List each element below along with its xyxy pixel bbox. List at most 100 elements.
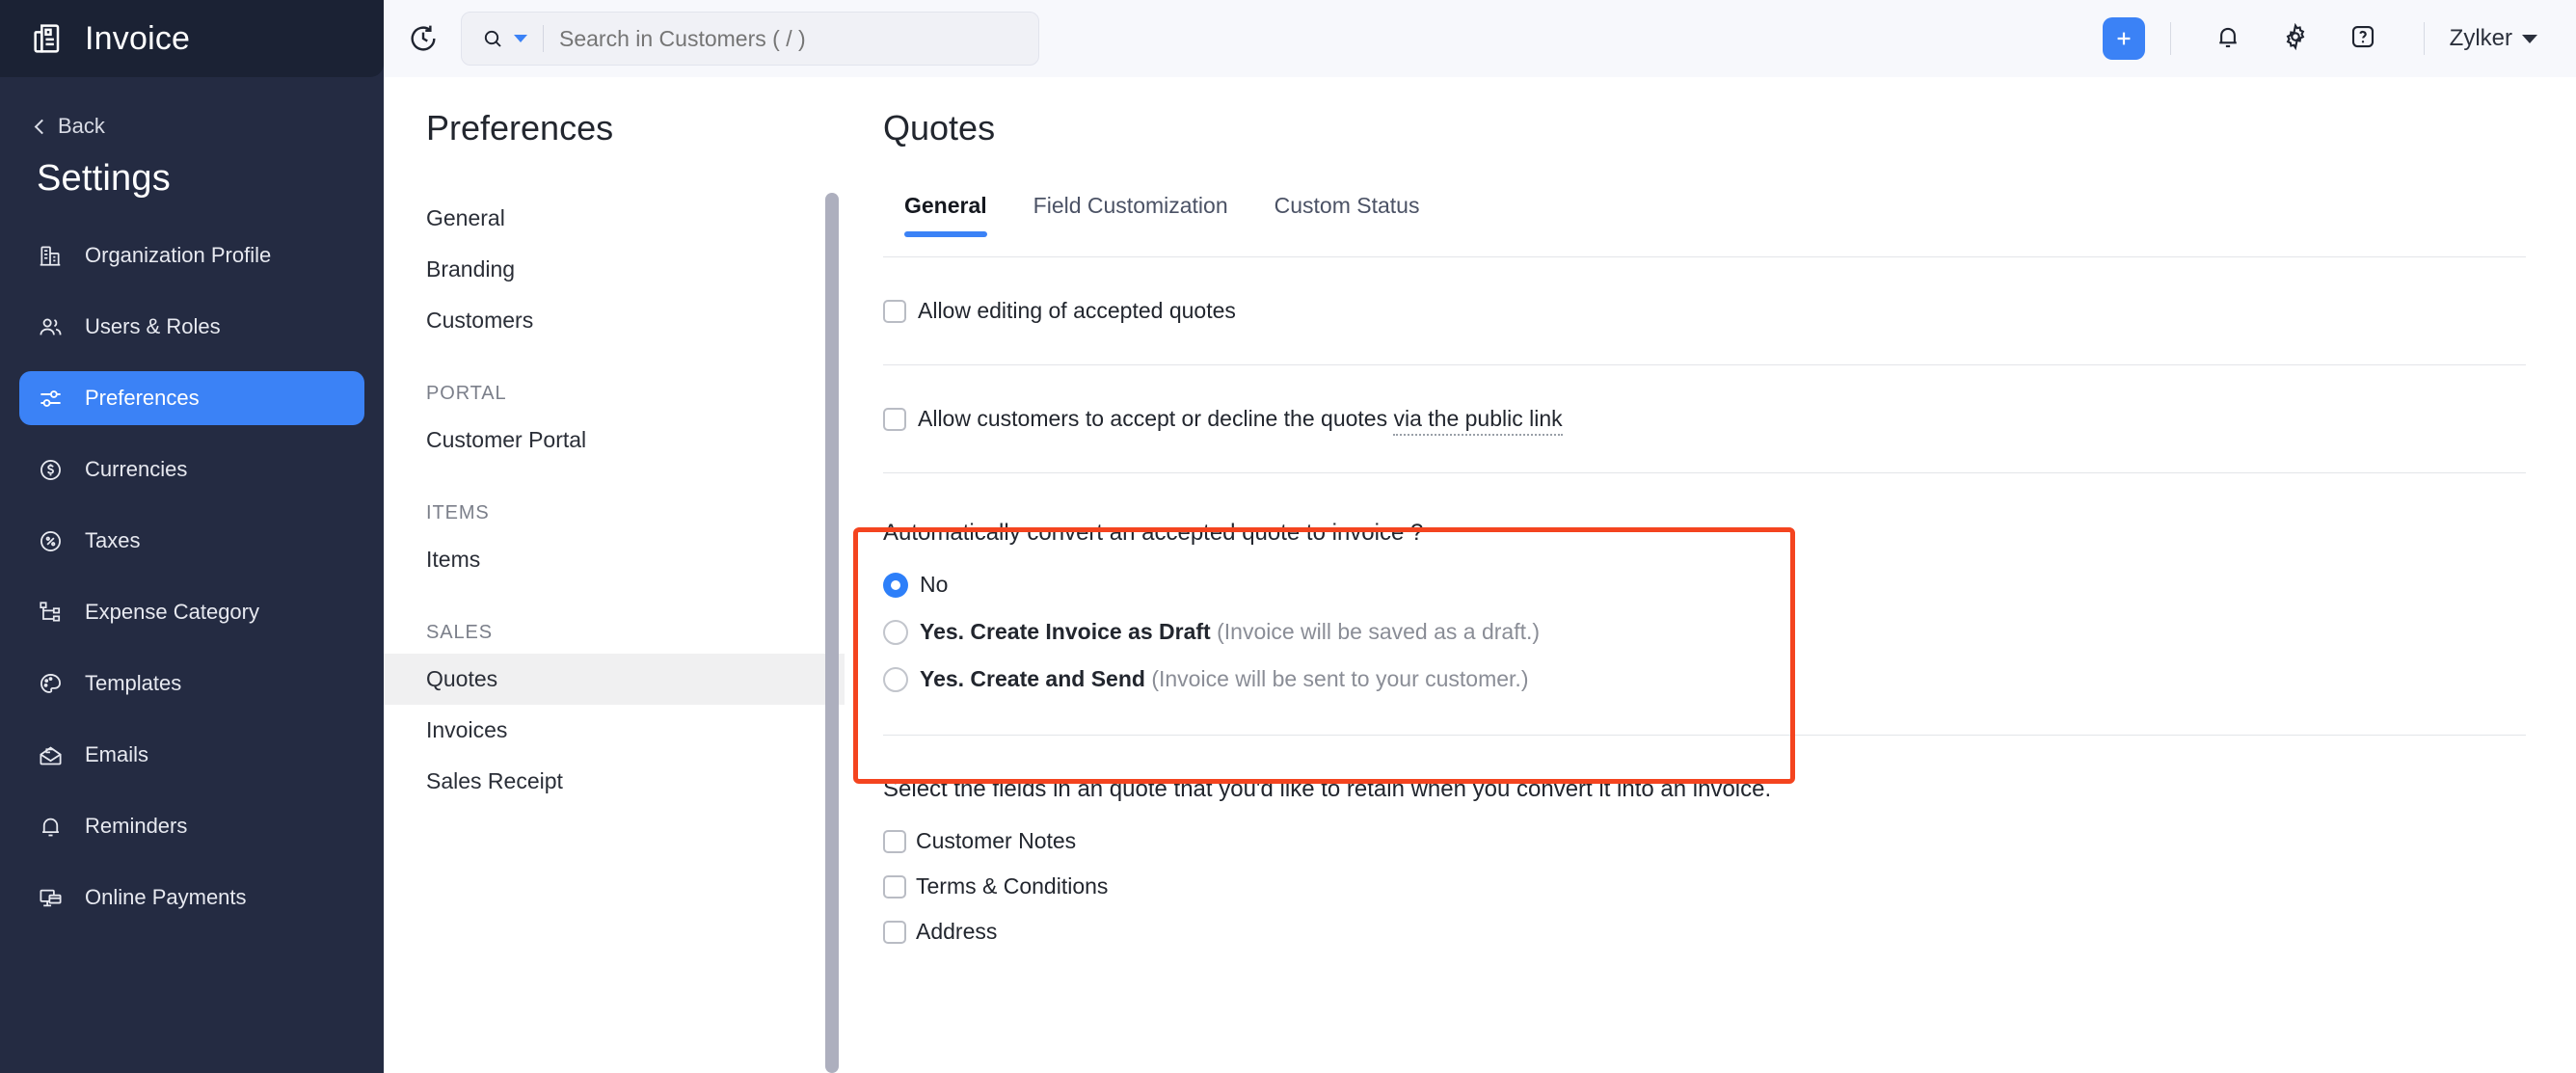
address-label: Address [916, 919, 998, 944]
prefs-item-general[interactable]: General [384, 193, 845, 244]
sliders-icon [37, 385, 64, 412]
envelope-icon [37, 741, 64, 768]
terms-conditions-label: Terms & Conditions [916, 873, 1109, 899]
main-content: Quotes General Field Customization Custo… [845, 0, 2576, 1073]
tab-active-underline [904, 231, 987, 237]
sidebar-item-reminders[interactable]: Reminders [19, 799, 364, 853]
prefs-group-items: ITEMS [426, 502, 490, 523]
sidebar-item-label: Online Payments [85, 885, 247, 909]
org-switcher[interactable]: Zylker [2450, 25, 2537, 52]
terms-conditions-checkbox[interactable] [883, 874, 906, 899]
toolbar-divider [2423, 22, 2425, 55]
radio-create-draft[interactable] [883, 619, 908, 645]
search-icon [481, 27, 504, 50]
prefs-item-quotes[interactable]: Quotes [384, 654, 845, 705]
gear-icon[interactable] [2281, 22, 2314, 55]
help-question-mark-icon[interactable] [2348, 22, 2381, 55]
preferences-panel-title: Preferences [426, 108, 614, 148]
search-box[interactable] [461, 12, 1039, 66]
prefs-group-sales: SALES [426, 622, 493, 643]
radio-create-send-note: (Invoice will be sent to your customer.) [1144, 666, 1529, 691]
search-input[interactable] [559, 25, 983, 52]
tab-label: Field Customization [1033, 193, 1228, 218]
tab-field-customization[interactable]: Field Customization [1010, 193, 1251, 234]
chevron-down-icon [2522, 34, 2537, 43]
sidebar-item-organization-profile[interactable]: Organization Profile [19, 228, 364, 282]
prefs-item-items[interactable]: Items [384, 534, 845, 585]
tab-custom-status[interactable]: Custom Status [1251, 193, 1443, 234]
sidebar-item-label: Templates [85, 671, 182, 695]
sidebar-item-label: Emails [85, 742, 149, 766]
preferences-panel: Preferences General Branding Customers P… [384, 0, 845, 1073]
sidebar-item-preferences[interactable]: Preferences [19, 371, 364, 425]
add-new-button[interactable] [2102, 17, 2145, 60]
invoice-document-icon [29, 19, 67, 58]
sidebar-item-taxes[interactable]: Taxes [19, 514, 364, 568]
app-logo-header[interactable]: Invoice [0, 0, 384, 77]
settings-content: Allow editing of accepted quotes Allow c… [845, 256, 2576, 945]
allow-editing-label: Allow editing of accepted quotes [918, 298, 1236, 323]
retain-option-customer-notes[interactable]: Customer Notes [883, 828, 2576, 854]
tab-general[interactable]: General [881, 193, 1010, 237]
app-root: Invoice Back Settings Organization Profi… [0, 0, 2576, 1073]
top-bar: Zylker [384, 0, 2576, 77]
prefs-item-sales-receipt[interactable]: Sales Receipt [384, 756, 845, 807]
sidebar-item-online-payments[interactable]: Online Payments [19, 871, 364, 925]
retain-option-address[interactable]: Address [883, 919, 2576, 945]
percent-circle-icon [37, 527, 64, 554]
users-icon [37, 313, 64, 340]
dollar-circle-icon [37, 456, 64, 483]
radio-create-draft-label: Yes. Create Invoice as Draft [920, 619, 1211, 644]
radio-no[interactable] [883, 572, 908, 598]
clock-refresh-icon[interactable] [407, 22, 440, 55]
top-bar-actions: Zylker [2102, 17, 2537, 60]
prefs-item-customer-portal[interactable]: Customer Portal [384, 415, 845, 466]
prefs-item-branding[interactable]: Branding [384, 244, 845, 295]
search-scope-chevron-down-icon[interactable] [514, 35, 527, 42]
back-button[interactable]: Back [0, 77, 384, 139]
auto-convert-question: Automatically convert an accepted quote … [883, 520, 1424, 546]
settings-heading: Settings [37, 158, 171, 199]
building-icon [37, 242, 64, 269]
sidebar-item-emails[interactable]: Emails [19, 728, 364, 782]
sidebar-item-users-roles[interactable]: Users & Roles [19, 300, 364, 354]
auto-convert-option-no[interactable]: No [883, 572, 2576, 598]
auto-convert-option-draft[interactable]: Yes. Create Invoice as Draft (Invoice wi… [883, 619, 2576, 645]
hierarchy-icon [37, 599, 64, 626]
sidebar-item-templates[interactable]: Templates [19, 657, 364, 711]
tab-bar: General Field Customization Custom Statu… [845, 148, 2576, 237]
allow-editing-checkbox[interactable] [883, 299, 906, 323]
preferences-list: General Branding Customers PORTAL Custom… [384, 193, 845, 807]
setting-allow-editing-row: Allow editing of accepted quotes [883, 257, 2576, 364]
sidebar-item-currencies[interactable]: Currencies [19, 443, 364, 496]
radio-no-label: No [920, 572, 949, 597]
back-label: Back [58, 114, 105, 138]
tab-label: Custom Status [1274, 193, 1420, 218]
prefs-item-customers[interactable]: Customers [384, 295, 845, 346]
customer-notes-label: Customer Notes [916, 828, 1077, 853]
sidebar-item-label: Preferences [85, 386, 200, 410]
page-title: Quotes [883, 108, 996, 148]
prefs-item-invoices[interactable]: Invoices [384, 705, 845, 756]
allow-public-accept-checkbox[interactable] [883, 407, 906, 431]
settings-nav: Organization Profile Users & Roles Prefe… [0, 228, 384, 925]
sidebar-item-label: Expense Category [85, 600, 259, 624]
radio-create-send[interactable] [883, 666, 908, 692]
customer-notes-checkbox[interactable] [883, 829, 906, 853]
tab-label: General [904, 193, 987, 218]
sidebar-item-label: Organization Profile [85, 243, 272, 267]
org-name-label: Zylker [2449, 25, 2512, 51]
radio-create-send-label: Yes. Create and Send [920, 666, 1145, 691]
sidebar-item-label: Currencies [85, 457, 188, 481]
address-checkbox[interactable] [883, 920, 906, 944]
public-link-tooltip-text[interactable]: via the public link [1393, 406, 1563, 436]
sidebar-item-expense-category[interactable]: Expense Category [19, 585, 364, 639]
allow-public-accept-label: Allow customers to accept or decline the… [918, 406, 1394, 431]
search-divider [543, 25, 544, 52]
sidebar-item-label: Reminders [85, 814, 188, 838]
notifications-bell-icon[interactable] [2214, 22, 2246, 55]
retain-option-terms[interactable]: Terms & Conditions [883, 873, 2576, 899]
auto-convert-option-send[interactable]: Yes. Create and Send (Invoice will be se… [883, 666, 2576, 692]
toolbar-divider [2169, 22, 2171, 55]
preferences-scrollbar[interactable] [825, 193, 839, 1073]
